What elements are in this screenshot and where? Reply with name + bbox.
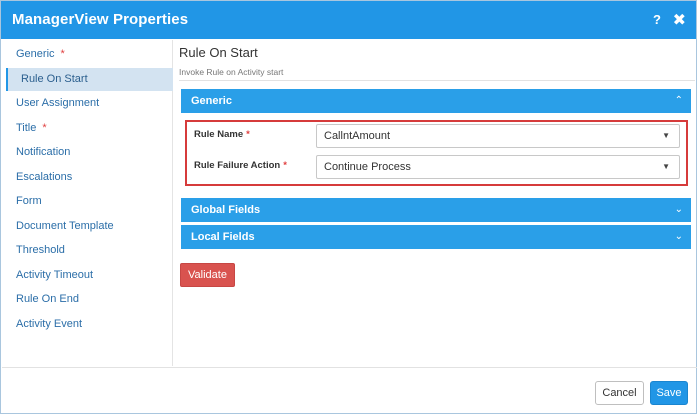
chevron-down-icon: ⌄ — [674, 204, 683, 215]
save-button[interactable]: Save — [650, 381, 688, 405]
panel-header-label: Global Fields — [191, 204, 261, 216]
section-subtitle: Invoke Rule on Activity start — [179, 67, 284, 77]
dialog-title: ManagerView Properties — [12, 11, 189, 28]
panel-header-local-fields[interactable]: Local Fields ⌄ — [181, 225, 691, 249]
chevron-down-icon: ⌄ — [674, 231, 683, 242]
sidebar-item-threshold[interactable]: Threshold — [6, 239, 173, 262]
sidebar-item-label: Rule On Start — [21, 73, 88, 85]
sidebar-item-label: Threshold — [16, 244, 65, 256]
sidebar-item-label: Form — [16, 195, 42, 207]
validate-button[interactable]: Validate — [180, 263, 235, 287]
required-marker: * — [60, 48, 65, 60]
required-marker: * — [283, 160, 287, 171]
sidebar-item-generic[interactable]: Generic * — [6, 43, 173, 66]
sidebar-item-activity-timeout[interactable]: Activity Timeout — [6, 264, 173, 287]
footer-divider — [2, 367, 697, 368]
rule-failure-action-select[interactable]: Continue Process ▼ — [316, 155, 680, 179]
sidebar-item-label: Escalations — [16, 171, 73, 183]
rule-failure-action-value: Continue Process — [324, 161, 411, 173]
sidebar-item-escalations[interactable]: Escalations — [6, 166, 173, 189]
panel-header-label: Generic — [191, 95, 232, 107]
sidebar-item-rule-on-end[interactable]: Rule On End — [6, 288, 173, 311]
section-title: Rule On Start — [179, 45, 258, 60]
divider — [179, 80, 695, 81]
rule-name-select[interactable]: CallntAmount ▼ — [316, 124, 680, 148]
chevron-up-icon: ⌃ — [674, 95, 683, 106]
dropdown-caret-icon: ▼ — [662, 162, 670, 171]
sidebar-item-form[interactable]: Form — [6, 190, 173, 213]
dropdown-caret-icon: ▼ — [662, 131, 670, 140]
required-marker: * — [246, 129, 250, 140]
rule-name-label: Rule Name * — [194, 129, 250, 140]
help-icon[interactable]: ? — [653, 12, 661, 27]
sidebar-item-rule-on-start[interactable]: Rule On Start — [6, 68, 173, 91]
close-icon[interactable]: ✖ — [673, 10, 686, 30]
sidebar-item-activity-event[interactable]: Activity Event — [6, 313, 173, 336]
sidebar-nav: Generic * Rule On Start User Assignment T… — [2, 40, 173, 366]
sidebar-item-label: Activity Event — [16, 318, 83, 330]
panel-header-label: Local Fields — [191, 231, 255, 243]
panel-header-generic[interactable]: Generic ⌃ — [181, 89, 691, 113]
sidebar-item-label: Document Template — [16, 220, 114, 232]
sidebar-item-label: Title — [16, 122, 37, 134]
sidebar-item-notification[interactable]: Notification — [6, 141, 173, 164]
sidebar-item-title[interactable]: Title * — [6, 117, 173, 140]
sidebar-item-user-assignment[interactable]: User Assignment — [6, 92, 173, 115]
sidebar-item-label: Rule On End — [16, 293, 79, 305]
panel-header-global-fields[interactable]: Global Fields ⌄ — [181, 198, 691, 222]
rule-failure-action-label: Rule Failure Action * — [194, 160, 287, 171]
sidebar-item-document-template[interactable]: Document Template — [6, 215, 173, 238]
sidebar-item-label: Activity Timeout — [16, 269, 94, 281]
cancel-button[interactable]: Cancel — [595, 381, 644, 405]
required-marker: * — [42, 122, 47, 134]
sidebar-item-label: Notification — [16, 146, 71, 158]
rule-name-value: CallntAmount — [324, 130, 391, 142]
sidebar-item-label: Generic — [16, 48, 55, 60]
dialog-titlebar: ManagerView Properties ? ✖ — [1, 1, 696, 39]
properties-dialog: ManagerView Properties ? ✖ Generic * Rule… — [0, 0, 697, 414]
sidebar-item-label: User Assignment — [16, 97, 100, 109]
